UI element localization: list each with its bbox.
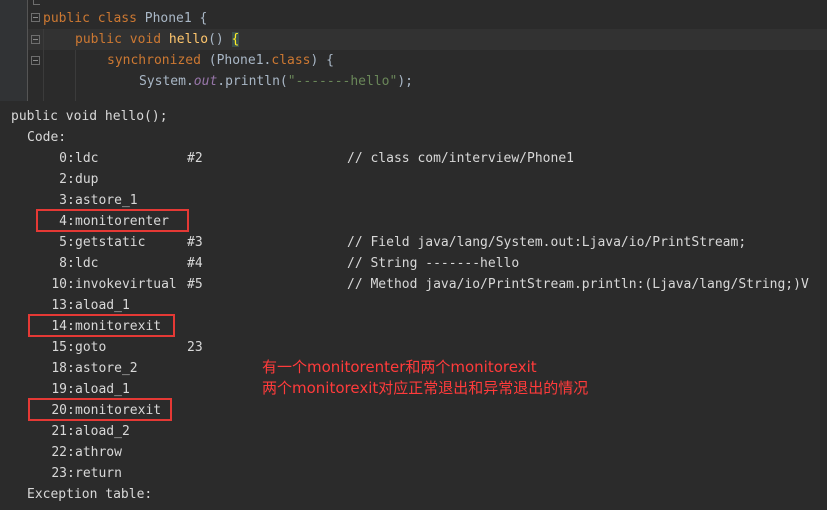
bytecode-output: public void hello(); Code: 0 ldc #2 // clas… xyxy=(0,101,827,510)
instruction-operand: #4 xyxy=(187,256,203,271)
instruction-offset: 15 xyxy=(51,340,67,355)
instruction-comment: // class com/interview/Phone1 xyxy=(347,151,574,166)
code-line-println: System.out.println("-------hello"); xyxy=(139,74,413,89)
gutter-divider xyxy=(27,0,28,101)
monitorenter-highlight-box xyxy=(36,209,189,232)
instruction-opcode: goto xyxy=(75,340,107,355)
offset-colon: : xyxy=(67,277,75,292)
instruction-opcode: dup xyxy=(75,172,99,187)
offset-colon: : xyxy=(67,151,75,166)
offset-colon: : xyxy=(67,256,75,271)
fold-toggle-icon[interactable] xyxy=(31,13,40,22)
instruction-offset: 13 xyxy=(51,298,67,313)
instruction-opcode: ldc xyxy=(75,151,99,166)
code-label: Code: xyxy=(27,130,67,145)
instruction-row: 22 athrow: xyxy=(0,442,827,463)
instruction-comment: // Field java/lang/System.out:Ljava/io/P… xyxy=(347,235,747,250)
monitorexit-highlight-box xyxy=(28,314,175,337)
code-line-synchronized: synchronized (Phone1.class) { xyxy=(107,53,334,68)
instruction-offset: 21 xyxy=(51,424,67,439)
instruction-row: 21 aload_2: xyxy=(0,421,827,442)
instruction-opcode: aload_2 xyxy=(75,424,130,439)
code-line-method-decl: public void hello() { xyxy=(75,32,240,47)
code-editor[interactable]: public class Phone1 { public void hello(… xyxy=(0,0,827,101)
offset-colon: : xyxy=(67,424,75,439)
offset-colon: : xyxy=(67,193,75,208)
instruction-row: 2 dup: xyxy=(0,169,827,190)
instruction-row: 8 ldc #4 // String -------hello: xyxy=(0,253,827,274)
fold-end-marker-icon xyxy=(33,0,40,5)
instruction-offset: 19 xyxy=(51,382,67,397)
instruction-offset: 0 xyxy=(59,151,67,166)
code-line-class-decl: public class Phone1 { xyxy=(43,11,208,26)
offset-colon: : xyxy=(67,298,75,313)
instruction-opcode: invokevirtual xyxy=(75,277,177,292)
instruction-opcode: aload_1 xyxy=(75,298,130,313)
instruction-offset: 8 xyxy=(59,256,67,271)
instruction-opcode: getstatic xyxy=(75,235,146,250)
method-signature: public void hello(); xyxy=(11,109,168,124)
indent-guide xyxy=(43,29,44,101)
instruction-offset: 2 xyxy=(59,172,67,187)
instruction-offset: 22 xyxy=(51,445,67,460)
fold-toggle-icon[interactable] xyxy=(31,35,40,44)
instruction-comment: // Method java/io/PrintStream.println:(L… xyxy=(347,277,809,292)
annotation-line-2: 两个monitorexit对应正常退出和异常退出的情况 xyxy=(262,379,589,397)
monitorexit-highlight-box xyxy=(28,398,172,421)
editor-gutter xyxy=(0,0,27,101)
offset-colon: : xyxy=(67,361,75,376)
offset-colon: : xyxy=(67,235,75,250)
instruction-row: 0 ldc #2 // class com/interview/Phone1: xyxy=(0,148,827,169)
indent-guide xyxy=(75,50,76,101)
offset-colon: : xyxy=(67,445,75,460)
offset-colon: : xyxy=(67,382,75,397)
instruction-row: 10 invokevirtual #5 // Method java/io/Print… xyxy=(0,274,827,295)
instruction-row: 3 astore_1: xyxy=(0,190,827,211)
instruction-offset: 23 xyxy=(51,466,67,481)
offset-colon: : xyxy=(67,340,75,355)
instruction-operand: #3 xyxy=(187,235,203,250)
instruction-row: 5 getstatic #3 // Field java/lang/System.ou… xyxy=(0,232,827,253)
instruction-opcode: ldc xyxy=(75,256,99,271)
instruction-opcode: athrow xyxy=(75,445,122,460)
instruction-row: 23 return: xyxy=(0,463,827,484)
instruction-offset: 3 xyxy=(59,193,67,208)
instruction-opcode: astore_2 xyxy=(75,361,138,376)
instruction-offset: 18 xyxy=(51,361,67,376)
instruction-row: 13 aload_1: xyxy=(0,295,827,316)
fold-toggle-icon[interactable] xyxy=(31,56,40,65)
instruction-offset: 5 xyxy=(59,235,67,250)
instruction-offset: 10 xyxy=(51,277,67,292)
instruction-row: 15 goto 23: xyxy=(0,337,827,358)
offset-colon: : xyxy=(67,466,75,481)
instruction-opcode: return xyxy=(75,466,122,481)
offset-colon: : xyxy=(67,172,75,187)
instruction-operand: #5 xyxy=(187,277,203,292)
annotation-line-1: 有一个monitorenter和两个monitorexit xyxy=(262,358,537,376)
instruction-operand: 23 xyxy=(187,340,203,355)
exception-table-label: Exception table: xyxy=(27,487,153,502)
instruction-comment: // String -------hello xyxy=(347,256,520,271)
instruction-opcode: aload_1 xyxy=(75,382,130,397)
instruction-operand: #2 xyxy=(187,151,203,166)
instruction-opcode: astore_1 xyxy=(75,193,138,208)
